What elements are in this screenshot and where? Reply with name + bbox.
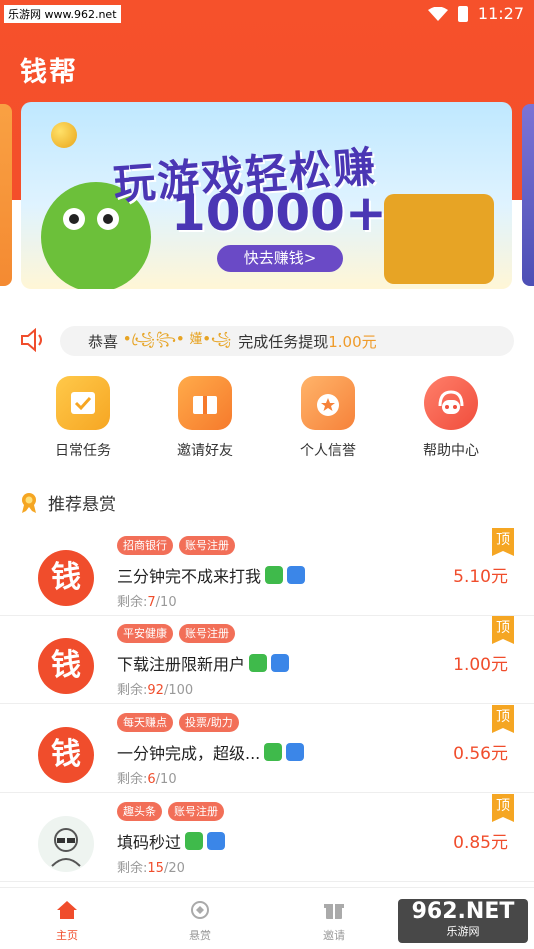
task-tags: 招商银行 账号注册 [117,536,235,555]
pinned-badge: 顶 [492,794,514,822]
reward-icon [191,901,209,919]
pinned-badge: 顶 [492,705,514,733]
task-title-row: 三分钟完不成来打我 [117,563,306,587]
apple-icon [286,743,305,761]
coin-decoration [51,122,77,148]
banner-prev-peek[interactable] [0,104,12,286]
promo-banner[interactable]: 玩游戏轻松赚 10000+ 快去赚钱> [21,102,512,289]
task-remaining: 剩余:7/10 [117,595,177,610]
status-indicators: 11:27 [427,4,524,23]
task-item[interactable]: 钱 每天赚点 投票/助力 一分钟完成，超级... 剩余:6/10 0.56元 顶 [0,705,534,793]
quick-credit[interactable]: 个人信誉 [268,376,388,460]
invite-icon [324,904,344,919]
task-item[interactable]: 趣头条 账号注册 填码秒过 剩余:15/20 0.85元 顶 [0,794,534,882]
task-title-row: 填码秒过 [117,829,226,853]
headset-icon [424,376,478,430]
status-time: 11:27 [477,4,524,23]
apple-icon [271,654,290,672]
task-item[interactable]: 钱 平安健康 账号注册 下载注册限新用户 剩余:92/100 1.00元 顶 [0,616,534,704]
nav-home[interactable]: 主页 [17,900,117,943]
quick-invite-friends[interactable]: 邀请好友 [145,376,265,460]
status-bar: 乐游网 www.962.net 11:27 [0,0,534,28]
android-icon [185,832,204,850]
task-item[interactable]: 钱 招商银行 账号注册 三分钟完不成来打我 剩余:7/10 5.10元 顶 [0,528,534,616]
notice-username: ꔷ꧁ꦿ꧂ꔷ 嬞ꔷ꧁ [124,331,233,347]
task-avatar: 钱 [38,638,94,694]
battery-icon [457,5,468,22]
task-title: 三分钟完不成来打我 [117,567,262,586]
task-tag: 每天赚点 [117,713,173,732]
apple-icon [207,832,226,850]
task-title-row: 一分钟完成，超级... [117,740,305,764]
quick-label: 邀请好友 [177,443,233,459]
quick-daily-tasks[interactable]: 日常任务 [23,376,143,460]
banner-amount: 10000+ [171,184,387,242]
nav-reward[interactable]: 悬赏 [150,900,250,943]
task-tag: 平安健康 [117,624,173,643]
task-tags: 平安健康 账号注册 [117,624,235,643]
quick-help-center[interactable]: 帮助中心 [391,376,511,460]
site-watermark-logo: 962.NET 乐游网 [398,899,528,943]
treasure-chest-illustration [384,194,494,284]
nav-invite[interactable]: 邀请 [284,900,384,943]
quick-label: 帮助中心 [423,443,479,459]
task-tags: 趣头条 账号注册 [117,802,224,821]
section-title: 推荐悬赏 [48,495,116,515]
banner-next-peek[interactable] [522,104,534,286]
bottom-nav: 主页 悬赏 邀请 962.NET 乐游网 [0,887,534,949]
task-remaining: 剩余:92/100 [117,683,194,698]
task-tag: 招商银行 [117,536,173,555]
section-header: 推荐悬赏 [20,490,116,515]
medal-icon [22,492,36,513]
task-tag: 投票/助力 [179,713,239,732]
task-title: 下载注册限新用户 [117,655,246,674]
pinned-badge: 顶 [492,528,514,556]
notice-message: 完成任务提现 [238,332,329,351]
task-avatar: 钱 [38,727,94,783]
nav-label: 主页 [56,929,78,942]
task-tag: 账号注册 [168,802,224,821]
banner-earn-button[interactable]: 快去赚钱> [217,245,343,272]
task-remaining: 剩余:6/10 [117,772,177,787]
notice-amount: 1.00元 [328,332,377,351]
android-icon [265,566,284,584]
user-avatar [38,816,94,872]
android-icon [249,654,268,672]
calendar-check-icon [56,376,110,430]
task-price: 1.00元 [453,655,508,675]
android-icon [264,743,283,761]
task-tags: 每天赚点 投票/助力 [117,713,239,732]
notice-prefix: 恭喜 [88,332,119,351]
notice-marquee[interactable]: 恭喜 ꔷ꧁ꦿ꧂ꔷ 嬞ꔷ꧁ 完成任务提现 1.00元 [60,326,514,356]
medal-star-icon [301,376,355,430]
task-price: 5.10元 [453,567,508,587]
quick-menu: 日常任务 邀请好友 个人信誉 帮助中心 [0,376,534,466]
task-avatar: 钱 [38,550,94,606]
task-price: 0.85元 [453,833,508,853]
quick-label: 日常任务 [55,443,111,459]
task-price: 0.56元 [453,744,508,764]
task-tag: 账号注册 [179,536,235,555]
nav-label: 邀请 [323,929,345,942]
apple-icon [287,566,306,584]
task-remaining: 剩余:15/20 [117,861,185,876]
task-tag: 账号注册 [179,624,235,643]
wifi-icon [427,6,448,21]
quick-label: 个人信誉 [300,443,356,459]
task-title: 一分钟完成，超级... [117,744,261,763]
task-title-row: 下载注册限新用户 [117,651,290,675]
speaker-icon [21,328,42,352]
pinned-badge: 顶 [492,616,514,644]
task-tag: 趣头条 [117,802,162,821]
gift-icon [178,376,232,430]
app-title: 钱帮 [20,57,78,88]
site-watermark: 乐游网 www.962.net [4,5,121,23]
home-icon [57,901,77,919]
task-title: 填码秒过 [117,833,182,852]
nav-label: 悬赏 [189,929,211,942]
